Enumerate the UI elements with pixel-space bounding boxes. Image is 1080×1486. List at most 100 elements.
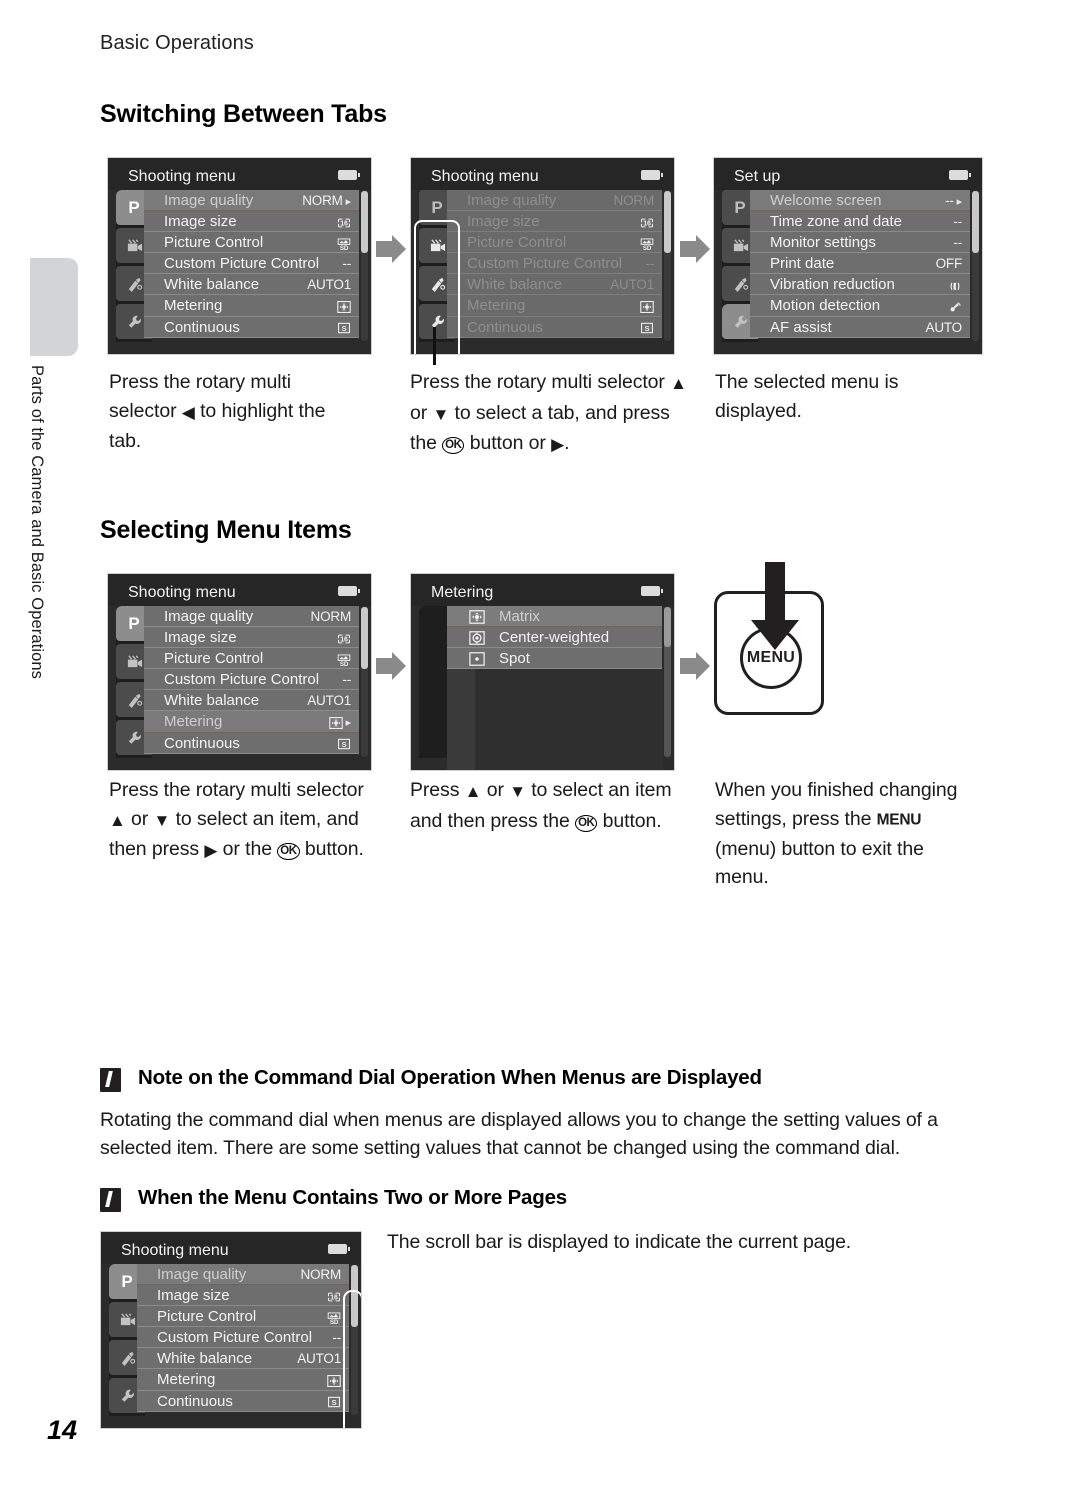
menu-row[interactable]: Metering bbox=[144, 295, 359, 317]
scrollbar[interactable] bbox=[361, 191, 368, 341]
image-size-icon: 16 bbox=[641, 218, 653, 227]
menu-row-label: Picture Control bbox=[157, 1308, 257, 1326]
svg-text:16: 16 bbox=[340, 220, 348, 227]
menu-row[interactable]: AF assist AUTO bbox=[750, 317, 970, 338]
menu-row[interactable]: Image quality NORM bbox=[144, 190, 359, 212]
menu-row-label: Image quality bbox=[157, 1266, 247, 1283]
svg-text:16: 16 bbox=[340, 636, 348, 643]
menu-items: Image quality NORM Image size 16 Picture Con… bbox=[144, 606, 359, 754]
lcd-title-text: Shooting menu bbox=[128, 168, 236, 185]
ok-button-icon: OK bbox=[575, 814, 598, 832]
menu-row-label: Custom Picture Control bbox=[164, 255, 320, 273]
lcd-body: P Image qualityNORMImage size16Picture C… bbox=[108, 190, 371, 354]
running-head: Basic Operations bbox=[100, 32, 254, 54]
battery-icon bbox=[328, 1244, 350, 1254]
menu-row[interactable]: Picture Control SD bbox=[447, 232, 662, 254]
menu-row-value: -- bbox=[953, 214, 962, 230]
menu-row-label: Metering bbox=[157, 1371, 216, 1389]
menu-row[interactable]: Welcome screen -- bbox=[750, 190, 970, 212]
menu-row[interactable]: White balance AUTO1 bbox=[447, 274, 662, 296]
direction-arrow-icon: ▲ bbox=[109, 810, 126, 830]
menu-row-label: Continuous bbox=[164, 734, 240, 752]
scrollbar[interactable] bbox=[361, 607, 368, 757]
menu-row-label: Picture Control bbox=[467, 234, 567, 252]
svg-text:SD: SD bbox=[340, 660, 349, 666]
menu-row-label: Image quality bbox=[467, 192, 557, 209]
menu-row[interactable]: Custom Picture Control -- bbox=[144, 253, 359, 275]
menu-row[interactable]: Image quality NORM bbox=[144, 606, 359, 628]
menu-items: Image quality NORM Image size 16 Picture Con… bbox=[144, 190, 359, 338]
menu-row-label: Picture Control bbox=[164, 234, 264, 252]
metering-option[interactable]: Center-weighted bbox=[447, 627, 662, 649]
menu-row-value: S bbox=[640, 317, 654, 338]
menu-row[interactable]: Time zone and date -- bbox=[750, 211, 970, 233]
wrench-icon bbox=[121, 1389, 134, 1402]
menu-row[interactable]: Custom Picture Control -- bbox=[144, 669, 359, 691]
metering-option[interactable]: Matrix bbox=[447, 606, 662, 628]
scrollbar[interactable] bbox=[972, 191, 979, 341]
step-arrow-icon bbox=[374, 650, 408, 682]
menu-row[interactable]: Continuous S bbox=[447, 317, 662, 338]
step-arrow-icon bbox=[678, 233, 712, 265]
movie-icon bbox=[127, 655, 142, 668]
menu-row[interactable]: Image quality NORM bbox=[447, 190, 662, 212]
lcd-title-text: Shooting menu bbox=[121, 1242, 229, 1259]
wrench-icon bbox=[431, 315, 444, 328]
svg-text:16: 16 bbox=[643, 220, 651, 227]
menu-row[interactable]: Metering bbox=[447, 295, 662, 317]
picture-control-icon: SD bbox=[337, 238, 351, 251]
menu-row-value: 16 bbox=[640, 211, 654, 232]
menu-row-value: NORM bbox=[613, 193, 655, 208]
lcd-shooting-menu-step2: Shooting menu P Image quality NORM Image s… bbox=[410, 157, 675, 355]
menu-row-label: White balance bbox=[157, 1350, 253, 1368]
menu-row[interactable]: Metering bbox=[144, 711, 359, 733]
menu-row[interactable]: Picture Control SD bbox=[144, 648, 359, 670]
page-number: 14 bbox=[47, 1415, 78, 1445]
menu-row[interactable]: Motion detection bbox=[750, 295, 970, 317]
menu-row[interactable]: Custom Picture Control -- bbox=[137, 1327, 349, 1349]
menu-row[interactable]: Vibration reduction bbox=[750, 274, 970, 296]
section-title-switching: Switching Between Tabs bbox=[100, 100, 387, 128]
menu-button[interactable]: MENU bbox=[740, 627, 802, 689]
menu-row[interactable]: Image quality NORM bbox=[137, 1264, 349, 1286]
menu-row[interactable]: Print date OFF bbox=[750, 253, 970, 275]
menu-row-value bbox=[640, 295, 654, 316]
menu-row[interactable]: Image size 16 bbox=[447, 211, 662, 233]
movie-icon bbox=[430, 239, 445, 252]
lcd-title-text: Shooting menu bbox=[128, 584, 236, 601]
scrollbar[interactable] bbox=[664, 607, 671, 757]
lcd-title: Shooting menu bbox=[101, 1232, 361, 1264]
menu-row[interactable]: White balance AUTO1 bbox=[144, 690, 359, 712]
menu-row[interactable]: Continuous S bbox=[137, 1391, 349, 1412]
menu-row-value bbox=[948, 295, 962, 316]
menu-row[interactable]: Custom Picture Control -- bbox=[447, 253, 662, 275]
menu-row[interactable]: Image size 16 bbox=[144, 627, 359, 649]
menu-items: Welcome screen--Time zone and date--Moni… bbox=[750, 190, 970, 338]
menu-row-label: Motion detection bbox=[770, 297, 881, 315]
menu-row[interactable]: White balance AUTO1 bbox=[144, 274, 359, 296]
menu-row-value: NORM bbox=[310, 609, 352, 624]
continuous-icon: S bbox=[338, 322, 350, 334]
spot-icon bbox=[469, 652, 485, 667]
submenu-empty-area bbox=[447, 669, 662, 770]
ok-button-icon: OK bbox=[277, 843, 300, 860]
menu-row[interactable]: White balance AUTO1 bbox=[137, 1348, 349, 1370]
menu-row[interactable]: Monitor settings -- bbox=[750, 232, 970, 254]
scrollbar[interactable] bbox=[664, 191, 671, 341]
menu-row[interactable]: Continuous S bbox=[144, 317, 359, 338]
menu-items: Image quality NORM Image size 16 Picture Con… bbox=[447, 190, 662, 338]
menu-row[interactable]: Image size 16 bbox=[144, 211, 359, 233]
menu-row[interactable]: Picture Control SD bbox=[144, 232, 359, 254]
menu-row[interactable]: Metering bbox=[137, 1369, 349, 1391]
menu-row[interactable]: Continuous S bbox=[144, 733, 359, 754]
effects-icon bbox=[734, 277, 748, 292]
image-size-icon: 16 bbox=[338, 634, 350, 643]
menu-row-value: OFF bbox=[935, 256, 963, 272]
lcd-body: P Welcome screen--Time zone and date--Mo… bbox=[714, 190, 982, 354]
metering-option[interactable]: Spot bbox=[447, 648, 662, 670]
menu-row[interactable]: Picture Control SD bbox=[137, 1306, 349, 1328]
menu-row[interactable]: Image size 16 bbox=[137, 1285, 349, 1307]
pencil-note-icon bbox=[100, 1068, 121, 1092]
menu-row-label: Continuous bbox=[467, 318, 543, 336]
lcd-body: P Image qualityNORMImage size16Picture C… bbox=[101, 1264, 361, 1428]
